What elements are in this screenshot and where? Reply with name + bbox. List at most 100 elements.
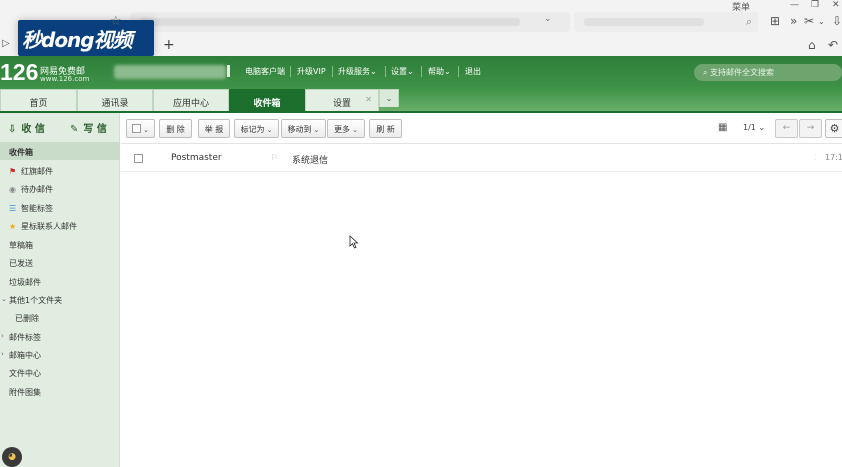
sidebar-item-smart-tags[interactable]: ☰ 智能标签: [0, 199, 120, 216]
mail-subject[interactable]: 系统退信: [292, 153, 328, 166]
flag-icon[interactable]: ⚐: [271, 153, 278, 162]
sidebar-item-sent[interactable]: 已发送: [0, 254, 120, 271]
tab-label: 收件箱: [253, 99, 281, 109]
search-icon: ⌕: [745, 15, 752, 28]
move-to-button[interactable]: 移动到 ⌄: [281, 119, 326, 138]
star-icon: ★: [9, 222, 17, 231]
address-dropdown-icon[interactable]: ⌄: [544, 14, 552, 24]
report-label: 举 报: [204, 125, 224, 134]
sidebar-item-flagged[interactable]: ⚑ 红旗邮件: [0, 162, 120, 179]
sidebar-item-inbox[interactable]: 收件箱: [0, 143, 120, 160]
row-checkbox[interactable]: [134, 154, 143, 163]
nav-upgrade-vip[interactable]: 升级VIP: [297, 66, 326, 77]
compose-button[interactable]: ✎ 写 信: [70, 120, 107, 135]
attachment-icon: ⫶: [814, 153, 816, 162]
scissors-icon[interactable]: ✂: [804, 14, 814, 28]
sidebar-item-todo[interactable]: ◉ 待办邮件: [0, 180, 120, 197]
mail-sender[interactable]: Postmaster: [171, 153, 222, 163]
tab-settings[interactable]: 设置 ✕: [305, 89, 379, 112]
logo-number[interactable]: 126: [0, 59, 38, 86]
sidebar-item-file-center[interactable]: 文件中心: [0, 364, 120, 381]
nav-upgrade-service[interactable]: 升级服务⌄: [338, 66, 377, 77]
chevron-down-icon[interactable]: ⌄: [1, 295, 7, 303]
mail-search-input[interactable]: ⌕ 支持邮件全文搜索: [694, 64, 842, 81]
chevron-down-icon: ⌄: [313, 126, 320, 134]
folder-label: 附件图集: [9, 388, 41, 397]
download-icon: ⇩: [8, 124, 17, 135]
sidebar-item-drafts[interactable]: 草稿箱: [0, 236, 120, 253]
move-to-label: 移动到: [287, 125, 312, 134]
nav-help[interactable]: 帮助⌄: [428, 66, 451, 77]
sidebar-item-deleted[interactable]: 已删除: [0, 309, 120, 326]
folder-label: 垃圾邮件: [9, 278, 41, 287]
page-indicator[interactable]: 1/1 ⌄: [743, 123, 765, 132]
nav-settings[interactable]: 设置⌄: [391, 66, 414, 77]
tag-icon: ☰: [9, 204, 17, 213]
tab-app-center[interactable]: 应用中心: [153, 89, 229, 112]
star-icon[interactable]: ☆: [110, 14, 122, 29]
menu-button[interactable]: 菜单: [732, 0, 750, 13]
refresh-button[interactable]: 刷 新: [369, 119, 402, 138]
receive-label: 收 信: [21, 124, 45, 135]
tab-label: 应用中心: [172, 99, 209, 109]
chevron-down-icon[interactable]: ⌄: [818, 17, 825, 26]
nav-divider: [290, 66, 291, 77]
chevron-right-icon[interactable]: ›: [1, 350, 4, 358]
next-page-button[interactable]: →: [799, 119, 822, 138]
table-row[interactable]: Postmaster ⚐ 系统退信 ⫶ 17:10: [121, 147, 842, 172]
close-icon[interactable]: ✕: [365, 95, 372, 104]
prev-page-button[interactable]: ←: [775, 119, 798, 138]
new-tab-button[interactable]: +: [163, 37, 175, 53]
folder-label: 文件中心: [9, 369, 41, 378]
search-icon: ⌕: [703, 68, 711, 77]
sidebar-item-mail-tags[interactable]: › 邮件标签: [0, 328, 120, 345]
grid-icon[interactable]: ⊞: [770, 14, 780, 28]
mark-as-label: 标记为: [240, 125, 265, 134]
undo-icon[interactable]: ↶: [828, 38, 838, 52]
arrow-right-icon: →: [806, 123, 815, 133]
sidebar-item-starred-contacts[interactable]: ★ 星标联系人邮件: [0, 217, 120, 234]
browser-search-bar[interactable]: ⌕: [574, 12, 758, 32]
watermark-logo: 秒dong视频: [18, 20, 154, 56]
maximize-button[interactable]: ❐: [811, 0, 819, 10]
folder-label: 邮件标签: [9, 333, 41, 342]
minimize-button[interactable]: —: [790, 0, 799, 10]
more-button[interactable]: 更多 ⌄: [327, 119, 365, 138]
sidebar-item-attachments[interactable]: 附件图集: [0, 383, 120, 400]
nav-divider: [385, 66, 386, 77]
tab-label: 通讯录: [101, 99, 129, 109]
sidebar-item-other-folders[interactable]: ⌄ 其他1个文件夹: [0, 291, 120, 308]
address-bar[interactable]: [130, 12, 570, 32]
report-button[interactable]: 举 报: [198, 119, 230, 138]
tab-contacts[interactable]: 通讯录: [77, 89, 153, 112]
chevron-down-icon: ⌄: [143, 126, 149, 134]
double-chevron-icon[interactable]: »: [790, 14, 797, 28]
folder-label: 已删除: [15, 314, 39, 323]
nav-desktop-client[interactable]: 电脑客户端: [245, 66, 285, 77]
tab-home[interactable]: 首页: [0, 89, 77, 112]
page-number: 1/1: [743, 123, 756, 132]
account-name[interactable]: [114, 65, 226, 79]
tab-inbox[interactable]: 收件箱: [229, 89, 305, 112]
nav-logout[interactable]: 退出: [465, 66, 481, 77]
close-button[interactable]: ✕: [832, 0, 840, 10]
download-icon[interactable]: ⇩: [832, 14, 842, 28]
calendar-icon[interactable]: ▦: [718, 122, 727, 133]
app-launcher-icon[interactable]: ◕: [2, 447, 22, 467]
folder-label: 智能标签: [21, 204, 53, 213]
chevron-down-icon: ⌄: [758, 123, 766, 132]
receive-button[interactable]: ⇩ 收 信: [8, 120, 45, 135]
sidebar-item-mail-center[interactable]: › 邮箱中心: [0, 346, 120, 363]
mark-as-button[interactable]: 标记为 ⌄: [234, 119, 279, 138]
gear-icon[interactable]: ⚙: [825, 119, 842, 138]
delete-button[interactable]: 删 除: [159, 119, 192, 138]
account-divider: [227, 65, 230, 77]
chevron-right-icon[interactable]: ›: [1, 332, 4, 340]
compose-label: 写 信: [83, 124, 107, 135]
sidebar-item-spam[interactable]: 垃圾邮件: [0, 273, 120, 290]
home-icon[interactable]: ⌂: [808, 38, 816, 52]
folder-label: 待办邮件: [21, 185, 53, 194]
select-all-dropdown[interactable]: ⌄: [126, 119, 155, 138]
tab-overflow-button[interactable]: ⌄: [379, 89, 399, 107]
sidebar-toggle-icon[interactable]: ▷: [2, 38, 10, 49]
